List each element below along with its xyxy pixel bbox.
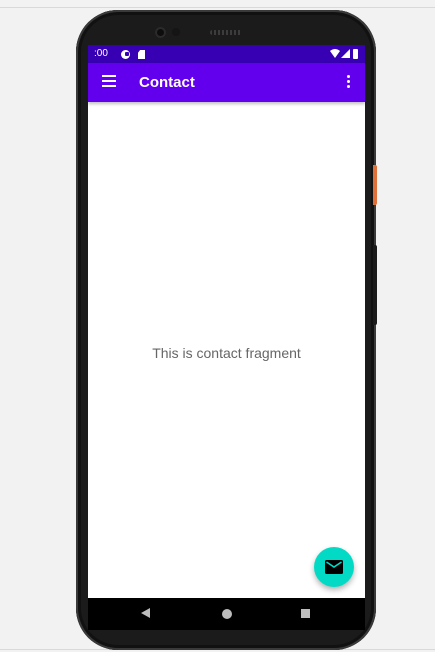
contact-fragment-text: This is contact fragment: [152, 345, 301, 361]
power-button: [373, 165, 377, 205]
signal-icon: [341, 49, 350, 58]
status-time: :00: [94, 48, 108, 59]
back-icon[interactable]: [141, 608, 150, 618]
volume-button: [373, 245, 377, 325]
system-navigation-bar: [88, 598, 365, 630]
wifi-icon: [330, 49, 340, 58]
send-email-fab[interactable]: [314, 547, 354, 587]
app-bar-title: Contact: [139, 74, 195, 91]
home-icon[interactable]: [222, 609, 232, 619]
overflow-menu-icon[interactable]: [346, 75, 352, 89]
sd-card-icon: [138, 50, 145, 59]
device-screen: :00 Contact This is contact fragment: [88, 45, 365, 630]
front-camera: [155, 27, 166, 38]
menu-icon[interactable]: [102, 75, 116, 87]
app-bar: Contact: [88, 63, 365, 102]
proximity-sensor: [172, 28, 180, 36]
mail-icon: [325, 560, 343, 574]
frame-top-border: [0, 7, 435, 8]
google-notification-icon: [121, 50, 130, 59]
recents-icon[interactable]: [301, 609, 310, 618]
battery-icon: [353, 49, 358, 59]
earpiece-speaker: [210, 30, 242, 35]
status-bar: :00: [88, 45, 365, 63]
